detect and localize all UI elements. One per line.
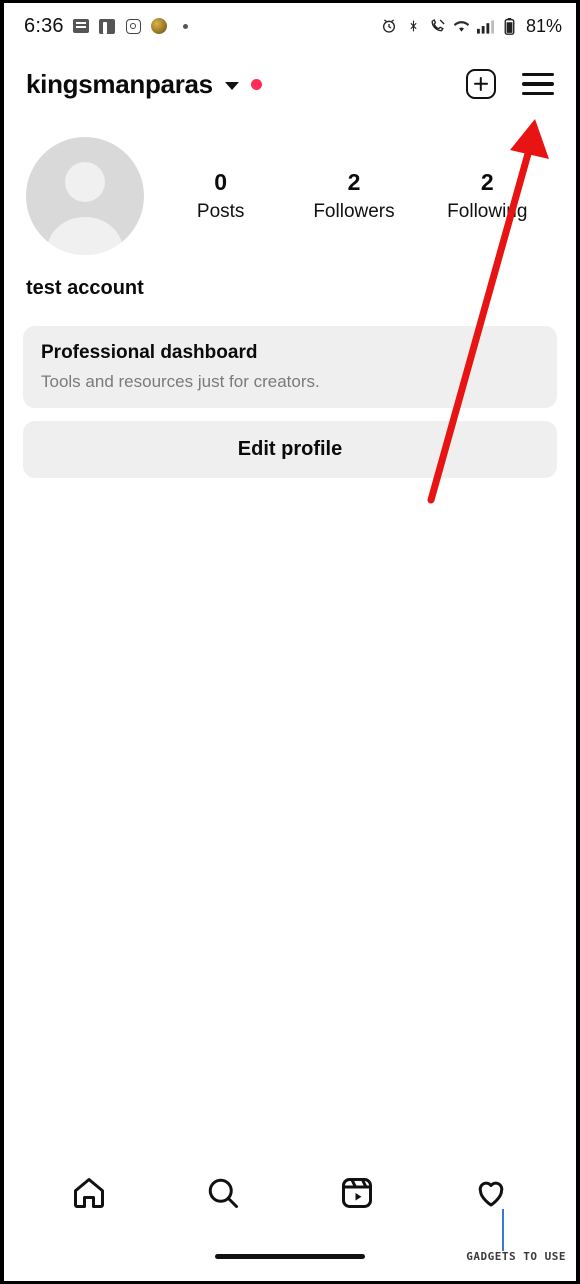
gold-coin-icon	[151, 18, 168, 35]
phone-screen: 6:36 81% kingsmanparas 0 Posts 2 Followe…	[0, 0, 580, 1284]
page-title: kingsmanparas	[26, 68, 213, 99]
battery-icon	[501, 17, 518, 35]
call-mute-icon	[429, 18, 446, 35]
bluetooth-icon	[405, 18, 422, 35]
header-actions	[466, 69, 554, 99]
status-bar: 6:36 81%	[4, 3, 576, 49]
status-clock: 6:36	[24, 14, 64, 37]
battery-percent: 81%	[525, 15, 562, 36]
card-title: Professional dashboard	[41, 342, 258, 363]
profile-full-name: test account	[26, 277, 144, 299]
professional-dashboard-card[interactable]: Professional dashboard Tools and resourc…	[23, 326, 557, 408]
profile-cards: Professional dashboard Tools and resourc…	[4, 300, 576, 478]
new-post-icon[interactable]	[466, 69, 496, 99]
cellular-signal-icon	[476, 18, 494, 35]
facebook-icon	[99, 18, 116, 35]
stat-followers[interactable]: 2 Followers	[309, 169, 399, 224]
stat-posts[interactable]: 0 Posts	[176, 169, 266, 224]
profile-section: 0 Posts 2 Followers 2 Following test acc…	[4, 119, 576, 300]
hamburger-menu-icon[interactable]	[522, 73, 554, 95]
watermark: GADGETS TO USE	[466, 1250, 566, 1263]
search-icon[interactable]	[200, 1170, 246, 1216]
gesture-home-bar[interactable]	[215, 1254, 365, 1259]
card-subtitle: Tools and resources just for creators.	[41, 372, 320, 391]
avatar[interactable]	[26, 137, 144, 255]
stat-value: 0	[214, 168, 228, 195]
status-bar-left: 6:36	[24, 15, 194, 38]
alarm-icon	[381, 18, 398, 35]
chevron-down-icon[interactable]	[224, 82, 239, 90]
reels-icon[interactable]	[334, 1170, 380, 1216]
stat-following[interactable]: 2 Following	[442, 169, 532, 224]
wifi-icon	[453, 18, 470, 35]
account-switcher[interactable]: kingsmanparas	[26, 69, 262, 100]
heart-icon[interactable]	[468, 1170, 514, 1216]
status-bar-right: 81%	[381, 16, 562, 37]
stat-label: Following	[447, 201, 528, 223]
stat-label: Posts	[196, 201, 245, 223]
text-cursor	[502, 1209, 504, 1251]
new-activity-dot	[250, 78, 262, 90]
messages-icon	[73, 18, 90, 35]
profile-stats: 0 Posts 2 Followers 2 Following	[144, 169, 554, 224]
profile-summary-row: 0 Posts 2 Followers 2 Following	[4, 137, 576, 255]
stat-label: Followers	[313, 201, 395, 223]
stat-value: 2	[347, 168, 361, 195]
edit-profile-button[interactable]: Edit profile	[23, 421, 557, 478]
bottom-navigation	[8, 1157, 572, 1229]
home-icon[interactable]	[66, 1170, 112, 1216]
profile-header: kingsmanparas	[4, 49, 576, 119]
stat-value: 2	[480, 168, 494, 195]
small-dot-icon	[177, 18, 194, 35]
instagram-icon	[125, 18, 142, 35]
